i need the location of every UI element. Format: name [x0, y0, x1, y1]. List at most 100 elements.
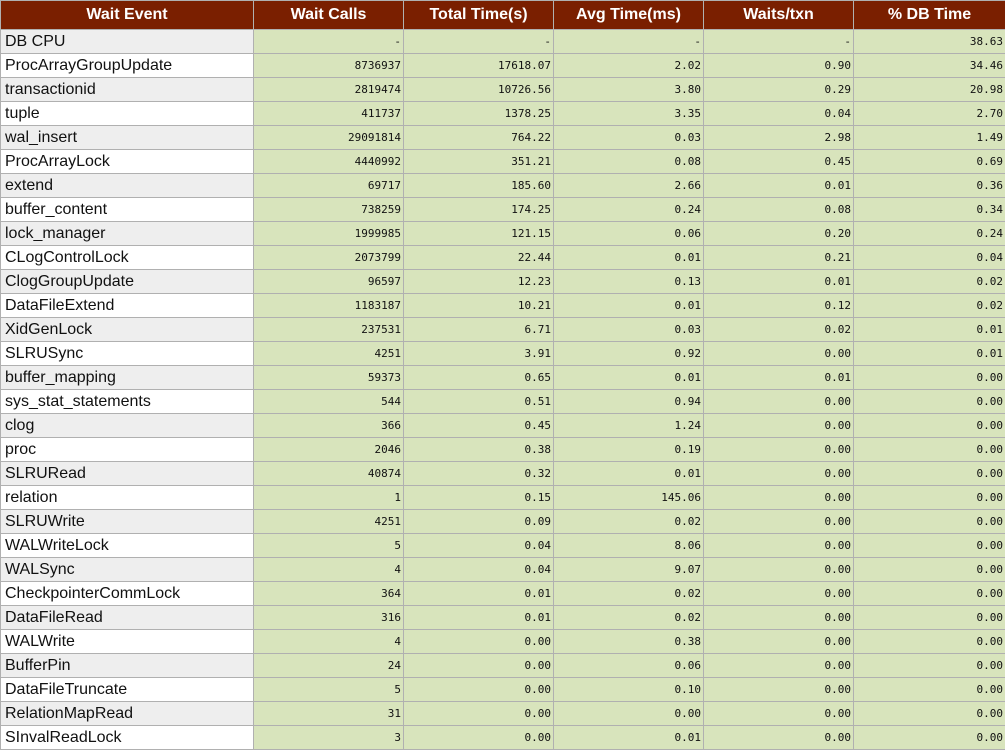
wait-event-cell: clog: [1, 414, 254, 438]
table-row: DataFileRead3160.010.020.000.00: [1, 606, 1005, 630]
wait-event-cell: extend: [1, 174, 254, 198]
total-time-cell: 121.15: [404, 222, 554, 246]
waits-per-txn-cell: 0.02: [704, 318, 854, 342]
table-row: CheckpointerCommLock3640.010.020.000.00: [1, 582, 1005, 606]
wait-event-cell: ProcArrayLock: [1, 150, 254, 174]
header-wait-event: Wait Event: [1, 1, 254, 30]
avg-time-cell: 0.02: [554, 582, 704, 606]
wait-event-cell: BufferPin: [1, 654, 254, 678]
wait-calls-cell: 2073799: [254, 246, 404, 270]
table-row: buffer_content738259174.250.240.080.34: [1, 198, 1005, 222]
waits-per-txn-cell: 0.00: [704, 534, 854, 558]
waits-per-txn-cell: 0.00: [704, 342, 854, 366]
wait-event-cell: DB CPU: [1, 30, 254, 54]
avg-time-cell: 0.06: [554, 654, 704, 678]
wait-event-cell: DataFileTruncate: [1, 678, 254, 702]
total-time-cell: 0.04: [404, 558, 554, 582]
avg-time-cell: 0.01: [554, 462, 704, 486]
pct-db-time-cell: 0.34: [854, 198, 1005, 222]
header-total-time: Total Time(s): [404, 1, 554, 30]
table-row: wal_insert29091814764.220.032.981.49: [1, 126, 1005, 150]
waits-per-txn-cell: 0.45: [704, 150, 854, 174]
wait-event-cell: ProcArrayGroupUpdate: [1, 54, 254, 78]
wait-calls-cell: 4: [254, 558, 404, 582]
avg-time-cell: 1.24: [554, 414, 704, 438]
waits-per-txn-cell: 2.98: [704, 126, 854, 150]
table-row: clog3660.451.240.000.00: [1, 414, 1005, 438]
total-time-cell: 6.71: [404, 318, 554, 342]
wait-calls-cell: 3: [254, 726, 404, 750]
wait-calls-cell: 738259: [254, 198, 404, 222]
table-row: buffer_mapping593730.650.010.010.00: [1, 366, 1005, 390]
total-time-cell: 0.04: [404, 534, 554, 558]
total-time-cell: -: [404, 30, 554, 54]
wait-calls-cell: 4440992: [254, 150, 404, 174]
avg-time-cell: 9.07: [554, 558, 704, 582]
table-row: DB CPU----38.63: [1, 30, 1005, 54]
total-time-cell: 0.38: [404, 438, 554, 462]
waits-per-txn-cell: 0.00: [704, 510, 854, 534]
total-time-cell: 0.01: [404, 606, 554, 630]
waits-per-txn-cell: 0.00: [704, 630, 854, 654]
waits-per-txn-cell: 0.20: [704, 222, 854, 246]
waits-per-txn-cell: 0.00: [704, 654, 854, 678]
pct-db-time-cell: 1.49: [854, 126, 1005, 150]
wait-calls-cell: 29091814: [254, 126, 404, 150]
header-waits-per-txn: Waits/txn: [704, 1, 854, 30]
waits-per-txn-cell: 0.12: [704, 294, 854, 318]
waits-per-txn-cell: 0.00: [704, 414, 854, 438]
total-time-cell: 0.32: [404, 462, 554, 486]
wait-event-cell: tuple: [1, 102, 254, 126]
avg-time-cell: 3.80: [554, 78, 704, 102]
wait-event-cell: buffer_mapping: [1, 366, 254, 390]
pct-db-time-cell: 0.00: [854, 558, 1005, 582]
avg-time-cell: 0.24: [554, 198, 704, 222]
waits-per-txn-cell: 0.29: [704, 78, 854, 102]
table-row: RelationMapRead310.000.000.000.00: [1, 702, 1005, 726]
header-pct-db-time: % DB Time: [854, 1, 1005, 30]
table-row: DataFileExtend118318710.210.010.120.02: [1, 294, 1005, 318]
avg-time-cell: 0.01: [554, 366, 704, 390]
avg-time-cell: 0.10: [554, 678, 704, 702]
pct-db-time-cell: 0.00: [854, 414, 1005, 438]
wait-calls-cell: 4251: [254, 342, 404, 366]
wait-calls-cell: 544: [254, 390, 404, 414]
avg-time-cell: 145.06: [554, 486, 704, 510]
total-time-cell: 764.22: [404, 126, 554, 150]
pct-db-time-cell: 38.63: [854, 30, 1005, 54]
total-time-cell: 0.15: [404, 486, 554, 510]
table-row: relation10.15145.060.000.00: [1, 486, 1005, 510]
waits-per-txn-cell: 0.00: [704, 678, 854, 702]
wait-calls-cell: 4251: [254, 510, 404, 534]
pct-db-time-cell: 0.04: [854, 246, 1005, 270]
waits-per-txn-cell: 0.08: [704, 198, 854, 222]
pct-db-time-cell: 0.00: [854, 438, 1005, 462]
wait-event-cell: DataFileRead: [1, 606, 254, 630]
waits-per-txn-cell: 0.00: [704, 438, 854, 462]
total-time-cell: 0.00: [404, 654, 554, 678]
total-time-cell: 0.00: [404, 726, 554, 750]
table-row: SLRUSync42513.910.920.000.01: [1, 342, 1005, 366]
pct-db-time-cell: 0.36: [854, 174, 1005, 198]
total-time-cell: 0.00: [404, 678, 554, 702]
avg-time-cell: 8.06: [554, 534, 704, 558]
table-row: XidGenLock2375316.710.030.020.01: [1, 318, 1005, 342]
wait-calls-cell: 316: [254, 606, 404, 630]
avg-time-cell: 0.01: [554, 246, 704, 270]
pct-db-time-cell: 34.46: [854, 54, 1005, 78]
wait-calls-cell: 1999985: [254, 222, 404, 246]
avg-time-cell: 0.06: [554, 222, 704, 246]
waits-per-txn-cell: 0.00: [704, 558, 854, 582]
wait-event-cell: WALWrite: [1, 630, 254, 654]
table-row: sys_stat_statements5440.510.940.000.00: [1, 390, 1005, 414]
table-row: SLRURead408740.320.010.000.00: [1, 462, 1005, 486]
avg-time-cell: 0.02: [554, 510, 704, 534]
pct-db-time-cell: 0.00: [854, 390, 1005, 414]
avg-time-cell: 0.03: [554, 126, 704, 150]
waits-per-txn-cell: 0.01: [704, 366, 854, 390]
pct-db-time-cell: 20.98: [854, 78, 1005, 102]
wait-event-cell: WALWriteLock: [1, 534, 254, 558]
waits-per-txn-cell: -: [704, 30, 854, 54]
waits-per-txn-cell: 0.01: [704, 174, 854, 198]
header-wait-calls: Wait Calls: [254, 1, 404, 30]
